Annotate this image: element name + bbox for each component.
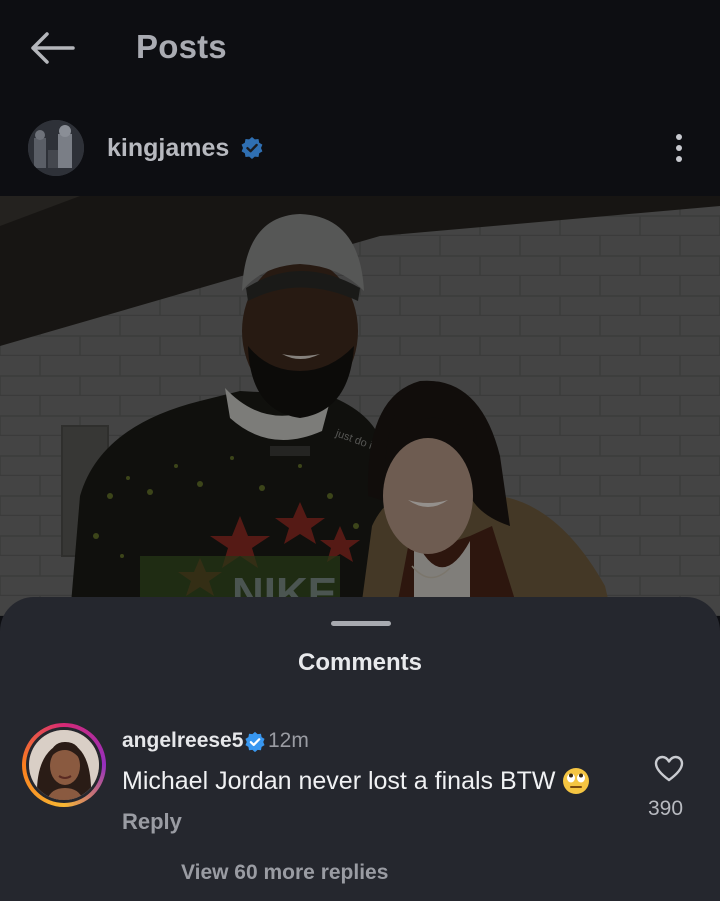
post-username[interactable]: kingjames (107, 134, 229, 163)
post-photo[interactable]: NIKE just do it (0, 196, 720, 616)
top-bar: Posts (0, 0, 720, 100)
reply-button[interactable]: Reply (122, 809, 182, 835)
comment-timestamp: 12m (268, 729, 309, 752)
commenter-username[interactable]: angelreese5 (122, 729, 243, 753)
back-button[interactable] (28, 24, 76, 72)
eye-roll-emoji-icon (563, 768, 589, 794)
commenter-avatar[interactable] (22, 723, 106, 807)
page-title: Posts (136, 28, 227, 65)
comment-text: Michael Jordan never lost a finals BTW (122, 767, 556, 795)
comments-sheet: Comments angelreese5 12m Michael Jordan … (0, 597, 720, 901)
more-vertical-icon (676, 134, 682, 140)
heart-outline-icon[interactable] (654, 755, 684, 783)
like-count: 390 (648, 797, 684, 820)
avatar[interactable] (28, 120, 84, 176)
sheet-drag-handle[interactable] (331, 621, 391, 626)
view-more-replies-button[interactable]: View 60 more replies (181, 861, 388, 885)
more-options-button[interactable] (664, 128, 694, 168)
verified-badge-icon (245, 731, 265, 753)
arrow-left-icon (31, 32, 75, 64)
post-header: kingjames (0, 110, 720, 190)
comments-title: Comments (297, 649, 423, 676)
verified-badge-icon (241, 137, 263, 159)
